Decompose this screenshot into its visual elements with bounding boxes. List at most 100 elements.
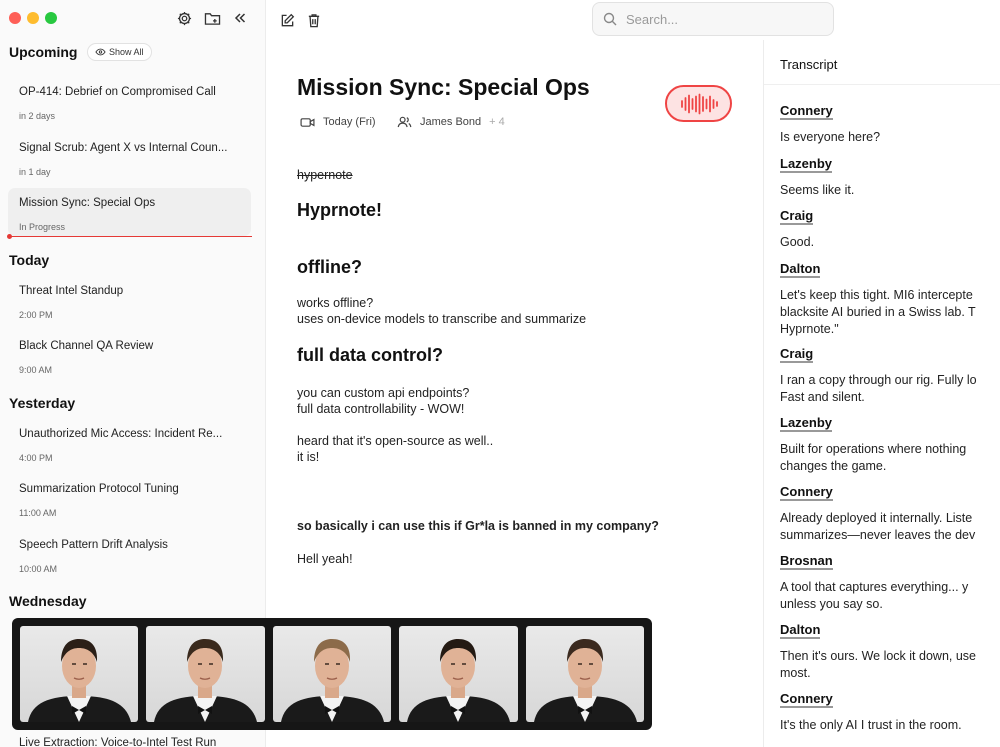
speaker-name[interactable]: Connery xyxy=(780,691,833,708)
settings-gear-icon[interactable] xyxy=(175,9,193,27)
in-progress-indicator xyxy=(9,236,252,237)
item-subtitle: 10:00 AM xyxy=(19,564,58,574)
speaker-name[interactable]: Lazenby xyxy=(780,415,833,432)
participant-photo-dalton[interactable] xyxy=(525,626,645,722)
note-heading: Hyprnote! xyxy=(297,200,382,220)
note-date[interactable]: Today (Fri) xyxy=(300,116,376,128)
users-icon xyxy=(397,116,412,128)
list-item[interactable]: Summarization Protocol Tuning 11:00 AM xyxy=(8,474,251,522)
transcript-entry: Brosnan A tool that captures everything..… xyxy=(780,552,968,612)
transcript-entry: Lazenby Seems like it. xyxy=(780,155,854,198)
participant-name: James Bond xyxy=(420,116,482,128)
item-subtitle: 11:00 AM xyxy=(19,508,57,518)
note-question: so basically i can use this if Gr*la is … xyxy=(297,519,659,533)
speaker-name[interactable]: Connery xyxy=(780,484,833,501)
trash-icon[interactable] xyxy=(305,11,323,29)
list-item[interactable]: OP-414: Debrief on Compromised Call in 2… xyxy=(8,77,251,125)
note-paragraph: works offline? uses on-device models to … xyxy=(297,295,586,327)
yesterday-heading: Yesterday xyxy=(9,395,76,411)
show-all-button[interactable]: Show All xyxy=(87,43,152,61)
item-title: Unauthorized Mic Access: Incident Re... xyxy=(19,428,223,440)
list-item[interactable]: Live Extraction: Voice-to-Intel Test Run xyxy=(19,737,216,747)
speaker-name[interactable]: Brosnan xyxy=(780,553,833,570)
speaker-name[interactable]: Connery xyxy=(780,103,833,120)
transcript-line: summarizes—never leaves the dev xyxy=(780,528,976,542)
transcript-entry: Dalton Then it's ours. We lock it down, u… xyxy=(780,621,976,681)
extra-participants-count: + 4 xyxy=(489,116,505,128)
note-title[interactable]: Mission Sync: Special Ops xyxy=(297,74,590,101)
list-item[interactable]: Unauthorized Mic Access: Incident Re... … xyxy=(8,419,251,467)
portrait-illustration xyxy=(154,639,258,722)
portrait-illustration xyxy=(407,639,511,722)
transcript-line: Then it's ours. We lock it down, use xyxy=(780,649,976,663)
eye-icon xyxy=(95,48,106,56)
list-item[interactable]: Threat Intel Standup 2:00 PM xyxy=(8,276,251,324)
participant-photo-brosnan[interactable] xyxy=(399,626,518,722)
struck-text: hypernote xyxy=(297,168,353,182)
note-line: you can custom api endpoints? xyxy=(297,386,470,400)
transcript-entry: Connery Already deployed it internally. L… xyxy=(780,483,975,543)
in-progress-dot xyxy=(7,234,12,239)
wednesday-heading: Wednesday xyxy=(9,593,87,609)
item-subtitle: in 2 days xyxy=(19,111,56,121)
transcript-line: changes the game. xyxy=(780,459,887,473)
maximize-window-button[interactable] xyxy=(45,12,57,24)
list-item-active[interactable]: Mission Sync: Special Ops In Progress xyxy=(8,188,251,236)
search-icon xyxy=(603,12,617,26)
close-window-button[interactable] xyxy=(9,12,21,24)
item-title: Threat Intel Standup xyxy=(19,285,124,297)
window-controls xyxy=(9,12,57,24)
note-date-label: Today (Fri) xyxy=(323,116,376,128)
participants[interactable]: James Bond + 4 xyxy=(397,116,505,128)
show-all-label: Show All xyxy=(109,47,144,57)
transcript-entry: Craig I ran a copy through our rig. Fully… xyxy=(780,345,977,405)
note-heading: offline? xyxy=(297,257,362,277)
note-paragraph: you can custom api endpoints? full data … xyxy=(297,385,493,465)
transcript-line: Already deployed it internally. Liste xyxy=(780,511,973,525)
top-toolbar xyxy=(266,0,1000,40)
item-subtitle: in 1 day xyxy=(19,167,51,177)
note-line: uses on-device models to transcribe and … xyxy=(297,312,587,326)
transcript-line: I ran a copy through our rig. Fully lo xyxy=(780,373,977,387)
speaker-name[interactable]: Lazenby xyxy=(780,156,833,173)
portrait-illustration xyxy=(280,639,384,722)
transcript-line: Fast and silent. xyxy=(780,390,865,404)
transcript-entry: Connery Is everyone here? xyxy=(780,102,880,145)
divider xyxy=(764,84,1000,85)
speaker-name[interactable]: Dalton xyxy=(780,622,821,639)
item-title: Black Channel QA Review xyxy=(19,340,154,352)
list-item[interactable]: Signal Scrub: Agent X vs Internal Coun..… xyxy=(8,133,251,181)
transcript-line: Is everyone here? xyxy=(780,130,881,144)
participant-photo-lazenby[interactable] xyxy=(146,626,265,722)
transcript-line: It's the only AI I trust in the room. xyxy=(780,718,962,732)
transcript-panel: Transcript Connery Is everyone here? Lazen… xyxy=(763,40,1000,747)
speaker-name[interactable]: Dalton xyxy=(780,261,821,278)
transcript-entry: Craig Good. xyxy=(780,207,814,250)
participant-photo-strip xyxy=(12,618,652,730)
participant-photo-craig[interactable] xyxy=(272,626,392,722)
transcript-entry: Lazenby Built for operations where nothin… xyxy=(780,414,966,474)
note-answer: Hell yeah! xyxy=(297,552,353,566)
folder-add-icon[interactable] xyxy=(203,9,221,27)
collapse-sidebar-icon[interactable] xyxy=(231,9,249,27)
note-heading: full data control? xyxy=(297,345,443,365)
participant-photo-connery[interactable] xyxy=(20,626,139,722)
speaker-name[interactable]: Craig xyxy=(780,346,814,363)
minimize-window-button[interactable] xyxy=(27,12,39,24)
portrait-illustration xyxy=(533,639,637,722)
new-note-icon[interactable] xyxy=(278,11,296,29)
search-box[interactable] xyxy=(592,2,834,36)
list-item[interactable]: Speech Pattern Drift Analysis 10:00 AM xyxy=(8,530,251,578)
transcript-entry: Dalton Let's keep this tight. MI6 interce… xyxy=(780,260,976,337)
transcript-line: Seems like it. xyxy=(780,183,855,197)
note-line: it is! xyxy=(297,450,320,464)
today-heading: Today xyxy=(9,252,50,268)
transcript-title: Transcript xyxy=(780,57,838,72)
transcript-line: Let's keep this tight. MI6 intercepte xyxy=(780,288,973,302)
sidebar-toolbar xyxy=(175,9,249,27)
search-input[interactable] xyxy=(626,11,806,27)
transcript-entry: Connery It's the only AI I trust in the r… xyxy=(780,690,962,733)
recording-button[interactable] xyxy=(665,85,732,122)
speaker-name[interactable]: Craig xyxy=(780,208,814,225)
list-item[interactable]: Black Channel QA Review 9:00 AM xyxy=(8,331,251,379)
